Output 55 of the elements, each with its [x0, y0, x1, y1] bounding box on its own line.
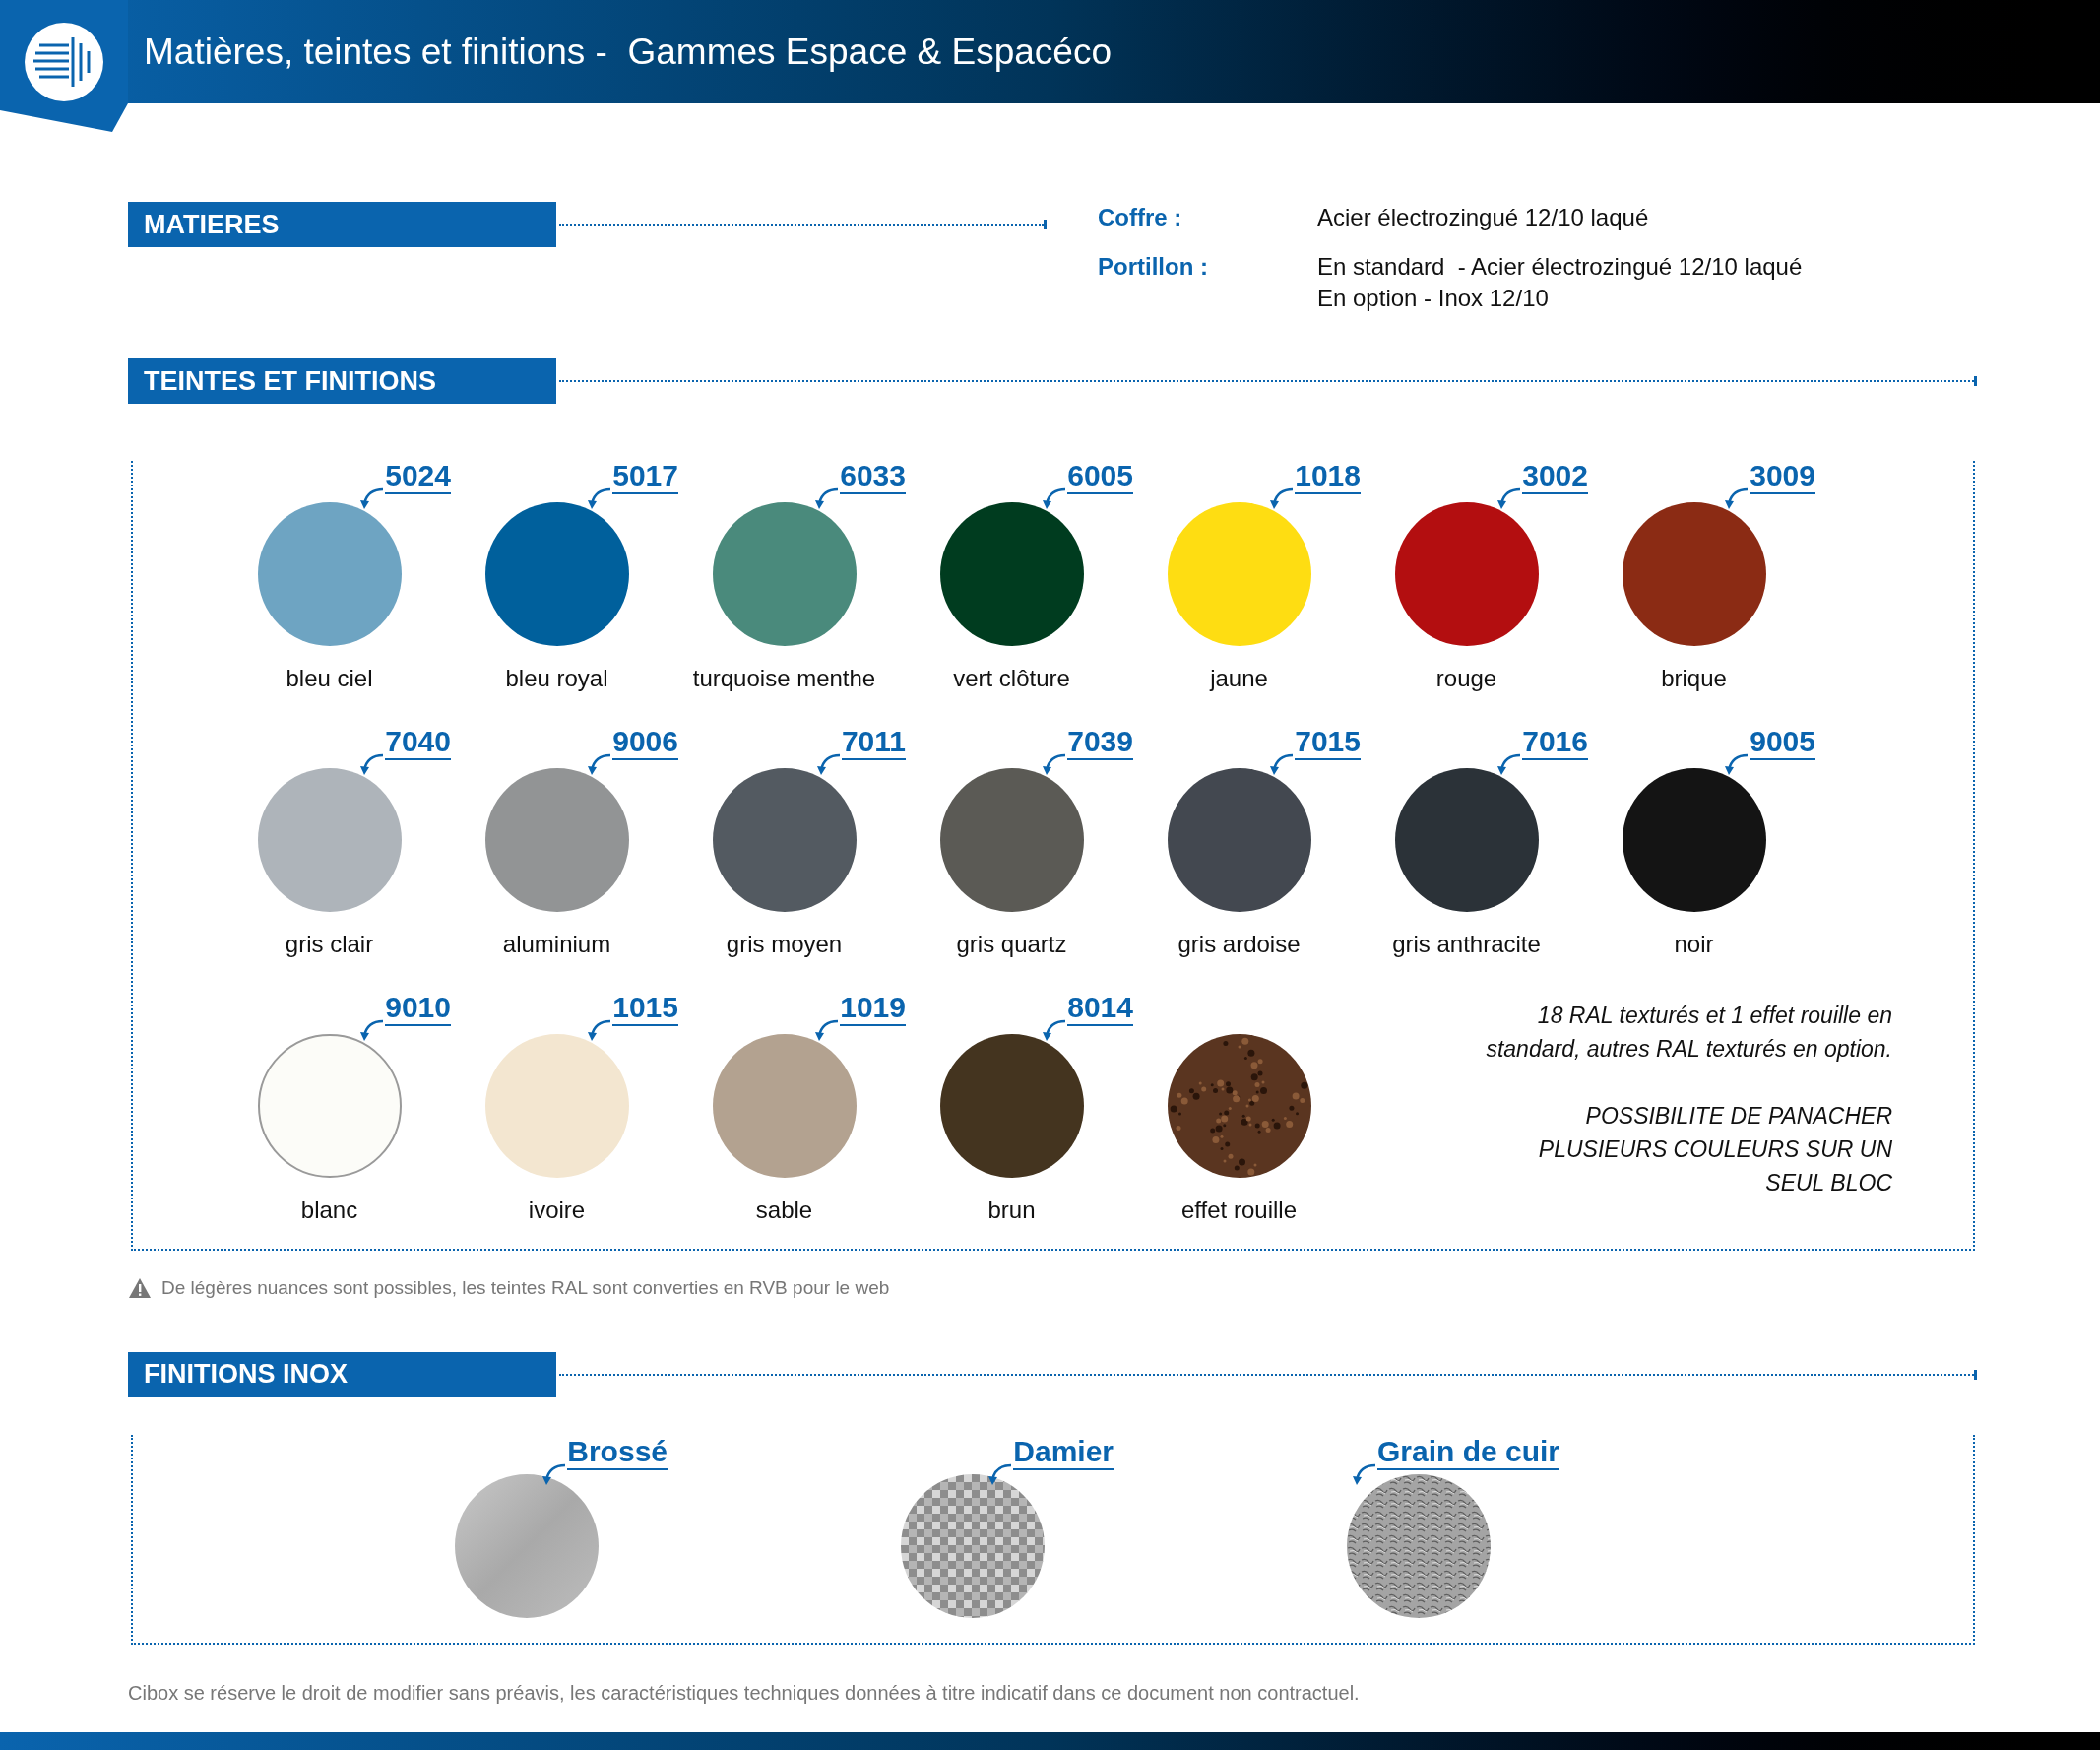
- field-label: Portillon :: [1098, 252, 1209, 282]
- color-name: gris clair: [285, 930, 374, 959]
- ral-code: 7040: [385, 725, 451, 760]
- color-name: gris quartz: [956, 930, 1067, 959]
- color-name: blanc: [300, 1196, 358, 1225]
- color-name: vert clôture: [953, 664, 1070, 693]
- color-name: bleu royal: [505, 664, 608, 693]
- ral-code: 7039: [1067, 725, 1133, 760]
- ral-code: 5024: [385, 459, 451, 494]
- field-value: En option - Inox 12/10: [1317, 284, 1550, 313]
- color-name: noir: [1674, 930, 1714, 959]
- finish-name: Brossé: [567, 1434, 668, 1470]
- ral-code: 9010: [385, 991, 451, 1026]
- ral-code: 6033: [840, 459, 906, 494]
- ral-code: 7015: [1295, 725, 1361, 760]
- ral-code: 3002: [1522, 459, 1588, 494]
- footer-disclaimer: Cibox se réserve le droit de modifier sans préavis, les caractéristiques techniques données à titre indicatif dans ce document non contractuel.: [128, 1680, 1361, 1706]
- finish-name: Damier: [1013, 1434, 1114, 1470]
- warning-text: De légères nuances sont possibles, les teintes RAL sont converties en RVB pour le web: [161, 1276, 890, 1300]
- color-name: ivoire: [528, 1196, 586, 1225]
- ral-code: 1019: [840, 991, 906, 1026]
- color-name: turquoise menthe: [692, 664, 876, 693]
- color-name: sable: [755, 1196, 813, 1225]
- page-title: Matières, teintes et finitions - Gammes Espace & Espacéco: [144, 30, 1112, 74]
- field-label: Coffre :: [1098, 203, 1183, 232]
- color-name: aluminium: [502, 930, 611, 959]
- section-heading: MATIERES: [128, 202, 556, 247]
- color-name: brique: [1661, 664, 1727, 693]
- note-text: 18 RAL texturés et 1 effet rouille en standard, autres RAL texturés en option.: [1485, 1002, 1892, 1064]
- ral-code: 9006: [612, 725, 678, 760]
- color-name: jaune: [1210, 664, 1268, 693]
- section-heading: TEINTES ET FINITIONS: [128, 358, 556, 404]
- color-name: gris moyen: [726, 930, 843, 959]
- color-name: gris ardoise: [1177, 930, 1301, 959]
- ral-code: 7016: [1522, 725, 1588, 760]
- ral-code: 8014: [1067, 991, 1133, 1026]
- ral-code: 5017: [612, 459, 678, 494]
- color-name: gris anthracite: [1392, 930, 1541, 959]
- field-value: Acier électrozingué 12/10 laqué: [1317, 203, 1649, 232]
- ral-code: 3009: [1750, 459, 1815, 494]
- finish-name: Grain de cuir: [1376, 1434, 1559, 1470]
- color-name: effet rouille: [1181, 1196, 1297, 1225]
- ral-code: 9005: [1750, 725, 1815, 760]
- section-heading: FINITIONS INOX: [128, 1351, 556, 1397]
- ral-code: 1018: [1295, 459, 1361, 494]
- note-text: POSSIBILITE DE PANACHER PLUSIEURS COULEURS SUR UN SEUL BLOC: [1537, 1102, 1892, 1198]
- color-name: brun: [987, 1196, 1036, 1225]
- color-name: bleu ciel: [286, 664, 373, 693]
- warning-icon: [128, 1277, 152, 1300]
- ral-code: 7011: [841, 725, 906, 760]
- logo-icon: [0, 0, 128, 132]
- field-value: En standard - Acier électrozingué 12/10 laqué: [1317, 252, 1803, 282]
- ral-code: 1015: [612, 991, 678, 1026]
- color-name: rouge: [1435, 664, 1497, 693]
- ral-code: 6005: [1067, 459, 1133, 494]
